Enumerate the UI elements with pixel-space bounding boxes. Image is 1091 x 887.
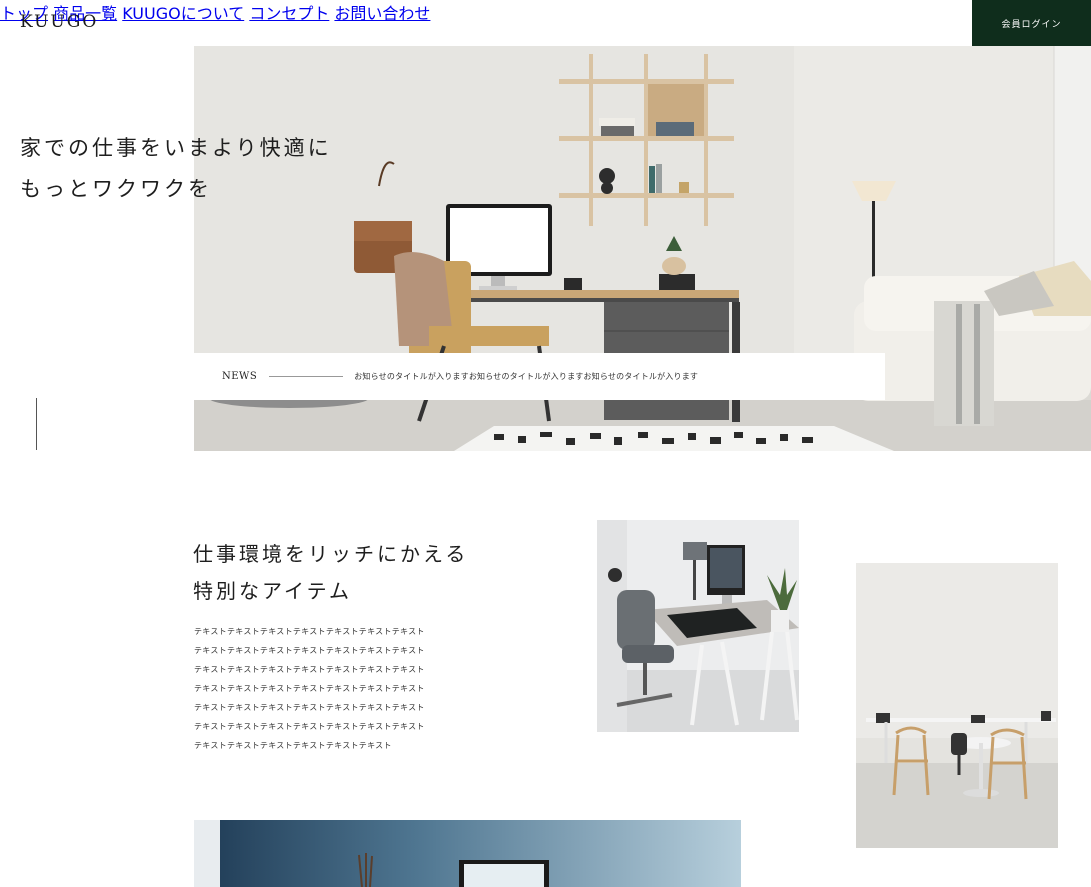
hero-catchcopy: 家での仕事をいまより快適に もっとワクワクを [20, 128, 332, 210]
feature-title-line-1: 仕事環境をリッチにかえる [193, 542, 469, 566]
workspace-photo [194, 820, 741, 887]
nav-item-concept[interactable]: コンセプト [249, 4, 329, 23]
feature-text-line: テキストテキストテキストテキストテキストテキストテキスト [194, 703, 425, 712]
news-bar[interactable]: NEWS お知らせのタイトルが入りますお知らせのタイトルが入りますお知らせのタイ… [194, 353, 885, 400]
site-logo[interactable]: KUUGO [20, 12, 98, 32]
global-nav: トップ 商品一覧 KUUGOについて コンセプト お問い合わせ [0, 0, 1091, 24]
hero-copy-line-1: 家での仕事をいまより快適に [20, 136, 332, 160]
nav-item-contact[interactable]: お問い合わせ [334, 4, 430, 23]
feature-text-line: テキストテキストテキストテキストテキストテキストテキスト [194, 722, 425, 731]
feature-text-line: テキストテキストテキストテキストテキストテキストテキスト [194, 684, 425, 693]
feature-text-line: テキストテキストテキストテキストテキストテキストテキスト [194, 646, 425, 655]
feature-text-line: テキストテキストテキストテキストテキストテキスト [194, 741, 392, 750]
hero-copy-line-2: もっとワクワクを [20, 177, 212, 201]
feature-title: 仕事環境をリッチにかえる 特別なアイテム [193, 536, 468, 610]
news-headline-link[interactable]: お知らせのタイトルが入りますお知らせのタイトルが入りますお知らせのタイトルが入り… [354, 371, 698, 382]
login-button[interactable]: 会員ログイン [972, 0, 1091, 46]
scroll-indicator [36, 398, 37, 450]
news-label: NEWS [222, 371, 258, 382]
feature-text-line: テキストテキストテキストテキストテキストテキストテキスト [194, 665, 425, 674]
desk-photo [597, 520, 799, 732]
feature-description: テキストテキストテキストテキストテキストテキストテキスト テキストテキストテキス… [194, 622, 464, 755]
feature-text-line: テキストテキストテキストテキストテキストテキストテキスト [194, 627, 425, 636]
nav-item-about[interactable]: KUUGOについて [122, 4, 244, 23]
news-divider [269, 376, 344, 377]
feature-title-line-2: 特別なアイテム [193, 579, 352, 603]
office-photo [856, 563, 1058, 848]
